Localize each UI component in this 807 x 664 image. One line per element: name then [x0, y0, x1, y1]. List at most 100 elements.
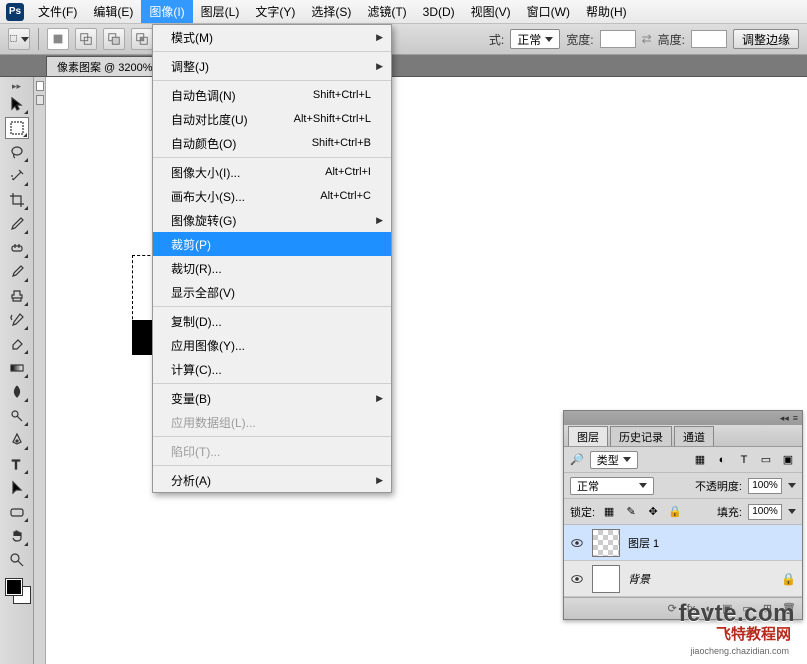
type-tool[interactable]: T — [5, 453, 29, 475]
add-to-selection-button[interactable] — [75, 28, 97, 50]
filter-pixel-icon[interactable]: ▦ — [692, 453, 708, 466]
lasso-tool[interactable] — [5, 141, 29, 163]
layer-thumbnail[interactable] — [592, 529, 620, 557]
filter-kind-select[interactable]: 类型 — [590, 451, 638, 469]
menu-item[interactable]: 变量(B) — [153, 386, 391, 410]
lock-icon: 🔒 — [781, 572, 796, 586]
layer-name[interactable]: 图层 1 — [628, 535, 659, 551]
filter-shape-icon[interactable]: ▭ — [758, 453, 774, 466]
visibility-icon[interactable] — [570, 536, 584, 550]
blur-tool[interactable] — [5, 381, 29, 403]
collapse-icon[interactable]: ▸▸ — [0, 81, 33, 91]
menu-item[interactable]: 编辑(E) — [85, 0, 141, 23]
lock-pos-icon[interactable]: ✥ — [645, 505, 661, 518]
gradient-tool[interactable] — [5, 357, 29, 379]
layer-name[interactable]: 背景 — [628, 571, 650, 587]
menu-item[interactable]: 自动颜色(O)Shift+Ctrl+B — [153, 131, 391, 155]
panel-footer-button[interactable]: ⟳ — [668, 602, 677, 615]
menu-item[interactable]: 画布大小(S)...Alt+Ctrl+C — [153, 184, 391, 208]
menubar: Ps 文件(F)编辑(E)图像(I)图层(L)文字(Y)选择(S)滤镜(T)3D… — [0, 0, 807, 24]
menu-item[interactable]: 裁切(R)... — [153, 256, 391, 280]
move-tool[interactable] — [5, 93, 29, 115]
panel-menu-icon[interactable]: ≡ — [793, 413, 798, 423]
refine-edge-button[interactable]: 调整边缘 — [733, 29, 799, 49]
menu-item[interactable]: 自动色调(N)Shift+Ctrl+L — [153, 83, 391, 107]
menu-item[interactable]: 应用图像(Y)... — [153, 333, 391, 357]
marquee-tool[interactable] — [5, 117, 29, 139]
watermark-text: jiaocheng.chazidian.com — [690, 646, 789, 656]
canvas-gutter — [34, 77, 46, 664]
dodge-tool[interactable] — [5, 405, 29, 427]
path-select-tool[interactable] — [5, 477, 29, 499]
menu-item[interactable]: 图层(L) — [193, 0, 248, 23]
menu-item[interactable]: 计算(C)... — [153, 357, 391, 381]
style-select[interactable]: 正常 — [510, 29, 560, 49]
brush-tool[interactable] — [5, 261, 29, 283]
menu-item[interactable]: 显示全部(V) — [153, 280, 391, 304]
menu-item[interactable]: 分析(A) — [153, 468, 391, 492]
swap-icon[interactable]: ⇄ — [642, 32, 652, 46]
layer-row[interactable]: 图层 1 — [564, 525, 802, 561]
history-brush-tool[interactable] — [5, 309, 29, 331]
opacity-input[interactable]: 100% — [748, 478, 782, 494]
eraser-tool[interactable] — [5, 333, 29, 355]
layer-thumbnail[interactable] — [592, 565, 620, 593]
menu-item: 应用数据组(L)... — [153, 410, 391, 434]
menu-item[interactable]: 自动对比度(U)Alt+Shift+Ctrl+L — [153, 107, 391, 131]
crop-tool[interactable] — [5, 189, 29, 211]
panel-tab[interactable]: 通道 — [674, 426, 714, 446]
healing-brush-tool[interactable] — [5, 237, 29, 259]
document-tab[interactable]: 像素图案 @ 3200% — [46, 56, 164, 76]
menu-item[interactable]: 选择(S) — [303, 0, 359, 23]
menu-item[interactable]: 文字(Y) — [247, 0, 303, 23]
menu-item[interactable]: 3D(D) — [415, 2, 463, 22]
filter-type-icon[interactable]: T — [736, 454, 752, 466]
panel-collapse-icon[interactable]: ◂◂ — [780, 413, 789, 424]
width-label: 宽度: — [566, 31, 593, 48]
fill-input[interactable]: 100% — [748, 504, 782, 520]
menu-item[interactable]: 文件(F) — [30, 0, 85, 23]
menu-item[interactable]: 图像大小(I)...Alt+Ctrl+I — [153, 160, 391, 184]
panel-tab[interactable]: 图层 — [568, 426, 608, 446]
menu-item[interactable]: 图像(I) — [141, 0, 192, 23]
menu-item[interactable]: 调整(J) — [153, 54, 391, 78]
eyedropper-tool[interactable] — [5, 213, 29, 235]
panel-drag-bar[interactable]: ◂◂ ≡ — [564, 411, 802, 425]
menu-item[interactable]: 滤镜(T) — [359, 0, 414, 23]
visibility-icon[interactable] — [570, 572, 584, 586]
menu-item[interactable]: 复制(D)... — [153, 309, 391, 333]
tools-panel: ▸▸ T — [0, 77, 34, 664]
style-label: 式: — [489, 31, 504, 48]
lock-pixels-icon[interactable]: ✎ — [623, 505, 639, 518]
menu-item[interactable]: 窗口(W) — [519, 0, 578, 23]
clone-stamp-tool[interactable] — [5, 285, 29, 307]
menu-item[interactable]: 模式(M) — [153, 25, 391, 49]
menu-item[interactable]: 视图(V) — [463, 0, 519, 23]
opacity-label: 不透明度: — [695, 478, 742, 494]
blend-mode-select[interactable]: 正常 — [570, 477, 654, 495]
filter-smart-icon[interactable]: ▣ — [780, 453, 796, 466]
lock-all-icon[interactable]: 🔒 — [667, 505, 683, 518]
menu-item[interactable]: 图像旋转(G) — [153, 208, 391, 232]
color-swatches[interactable] — [4, 577, 30, 603]
tool-preset-button[interactable] — [8, 28, 30, 50]
shape-tool[interactable] — [5, 501, 29, 523]
height-input[interactable] — [691, 30, 727, 48]
pen-tool[interactable] — [5, 429, 29, 451]
document-tabbar: 像素图案 @ 3200% — [0, 55, 807, 77]
layer-row[interactable]: 背景 🔒 — [564, 561, 802, 597]
subtract-selection-button[interactable] — [103, 28, 125, 50]
intersect-selection-button[interactable] — [131, 28, 153, 50]
menu-item[interactable]: 裁剪(P) — [153, 232, 391, 256]
width-input[interactable] — [600, 30, 636, 48]
magic-wand-tool[interactable] — [5, 165, 29, 187]
lock-trans-icon[interactable]: ▦ — [601, 505, 617, 518]
menu-item[interactable]: 帮助(H) — [578, 0, 635, 23]
hand-tool[interactable] — [5, 525, 29, 547]
layers-panel: ◂◂≡ 图层历史记录通道 🔎 类型 ▦ ◐ T ▭ ▣ 正常 不透明度: 100… — [563, 410, 803, 620]
panel-tab[interactable]: 历史记录 — [610, 426, 672, 446]
new-selection-button[interactable] — [47, 28, 69, 50]
zoom-tool[interactable] — [5, 549, 29, 571]
filter-adjust-icon[interactable]: ◐ — [714, 454, 730, 466]
options-bar: 式: 正常 宽度: ⇄ 高度: 调整边缘 — [0, 24, 807, 55]
